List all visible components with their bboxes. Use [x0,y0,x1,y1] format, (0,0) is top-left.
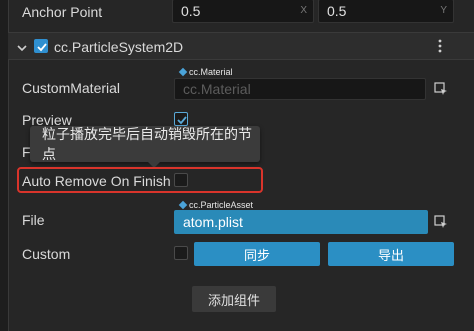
custom-material-field[interactable]: cc.Material [174,78,426,100]
add-component-button[interactable]: 添加组件 [192,286,276,312]
component-enabled-checkbox[interactable] [34,39,48,53]
anchor-x-value: 0.5 [181,3,201,19]
custom-material-placeholder: cc.Material [183,81,251,97]
custom-label: Custom [22,246,71,262]
anchor-x-input[interactable]: 0.5 X [172,0,314,23]
custom-checkbox[interactable] [174,246,188,260]
component-title: cc.ParticleSystem2D [54,39,184,55]
export-button[interactable]: 导出 [328,242,454,266]
kebab-menu-icon[interactable] [436,39,444,53]
sync-button[interactable]: 同步 [194,242,320,266]
asset-diamond-icon [178,67,188,77]
anchor-y-axis-label: Y [440,5,447,16]
tooltip: 粒子播放完毕后自动销毁所在的节点 [30,126,260,168]
file-value: atom.plist [183,214,243,230]
chevron-down-icon[interactable] [17,40,27,52]
anchor-x-axis-label: X [300,5,307,16]
file-picker-icon[interactable] [430,211,452,233]
file-label: File [22,212,45,228]
material-type-tag: cc.Material [178,66,233,78]
custom-material-label: CustomMaterial [22,80,121,96]
material-picker-icon[interactable] [430,78,452,100]
highlight-box [17,167,263,193]
asset-diamond-icon [178,200,188,210]
file-field[interactable]: atom.plist [174,210,428,234]
anchor-point-label: Anchor Point [22,4,103,20]
anchor-y-input[interactable]: 0.5 Y [318,0,454,23]
anchor-y-value: 0.5 [327,3,347,19]
tooltip-text: 粒子播放完毕后自动销毁所在的节点 [42,126,252,162]
